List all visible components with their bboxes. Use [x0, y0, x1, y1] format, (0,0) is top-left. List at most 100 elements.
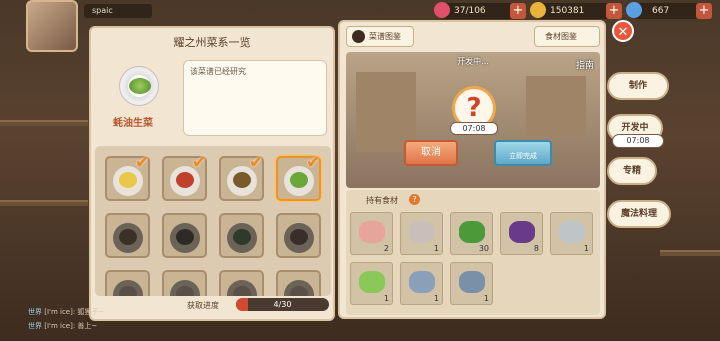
- chat-channel: 世界: [28, 308, 42, 316]
- recipe-tile[interactable]: ✔: [105, 152, 150, 201]
- development-status: 开发中...: [457, 57, 489, 66]
- ingredient-eggplant[interactable]: 8: [500, 212, 543, 255]
- recipe-codex-button[interactable]: 菜谱图鉴: [346, 26, 414, 47]
- panel-title: 耀之州菜系一览: [173, 36, 251, 49]
- oyster-icon: [559, 221, 585, 243]
- dish-icon: [176, 286, 194, 296]
- dish-icon: [233, 229, 251, 245]
- dish-icon: [119, 229, 137, 245]
- checkmark-icon: ✔: [191, 152, 207, 173]
- resource-value: 37/106: [454, 6, 486, 16]
- player-avatar[interactable]: [26, 0, 78, 52]
- kitchen-scene: 开发中... ? 07:08 取消 立即完成 指南: [346, 52, 600, 188]
- ingredient-count: 1: [433, 244, 439, 253]
- chat-line[interactable]: 世界 [I'm ice]: 善上~: [28, 321, 97, 331]
- ingredient-count: 1: [383, 294, 389, 303]
- chat-line[interactable]: 世界 [I'm ice]: 狐狸子~: [28, 307, 104, 317]
- ingredient-lettuce[interactable]: 1: [350, 262, 393, 305]
- add-gems-button[interactable]: +: [696, 3, 712, 19]
- recipe-tile[interactable]: ✔: [162, 152, 207, 201]
- dish-icon: [233, 286, 251, 296]
- recipe-tile[interactable]: [276, 213, 321, 258]
- add-stamina-button[interactable]: +: [510, 3, 526, 19]
- checkmark-icon: ✔: [305, 152, 321, 173]
- cuisine-overview-panel: 耀之州菜系一览 蚝油生菜 该菜谱已经研究 ✔ ✔ ✔ ✔ 获取进度 4/30: [89, 26, 335, 321]
- ingredient-count: 1: [583, 244, 589, 253]
- checkmark-icon: ✔: [134, 152, 150, 173]
- shrimp-icon: [409, 271, 435, 293]
- resource-gold: 150381 +: [530, 2, 622, 19]
- recipe-tile[interactable]: [105, 213, 150, 258]
- progress-label: 获取进度: [187, 301, 219, 310]
- ingredient-green-pepper[interactable]: 30: [450, 212, 493, 255]
- held-ingredients-title: 持有食材: [366, 196, 398, 205]
- fish-fillet-icon: [409, 221, 435, 243]
- dish-icon: [233, 172, 251, 188]
- make-button[interactable]: 制作: [607, 72, 669, 100]
- checkmark-icon: ✔: [248, 152, 264, 173]
- recipe-tile[interactable]: [162, 213, 207, 258]
- ingredient-count: 1: [433, 294, 439, 303]
- resource-value: 150381: [550, 6, 585, 16]
- gem-icon: [626, 2, 642, 18]
- ingredient-pork-belly[interactable]: 2: [350, 212, 393, 255]
- selected-dish-name: 蚝油生菜: [113, 118, 153, 129]
- heart-icon: [434, 2, 450, 18]
- resource-stamina: 37/106 +: [434, 2, 526, 19]
- pork-belly-icon: [359, 221, 385, 243]
- recipe-tile[interactable]: [162, 270, 207, 296]
- instant-finish-label: 立即完成: [509, 152, 537, 160]
- resource-gems: 667 +: [626, 2, 712, 19]
- ingredient-fish-fillet[interactable]: 1: [400, 212, 443, 255]
- recipe-tile[interactable]: [105, 270, 150, 296]
- help-icon[interactable]: ?: [409, 194, 420, 205]
- collection-progress-bar: 4/30: [236, 298, 329, 311]
- eggplant-icon: [509, 221, 535, 243]
- ingredient-count: 1: [483, 294, 489, 303]
- selected-dish-image: [119, 66, 159, 106]
- recipe-tile[interactable]: [276, 270, 321, 296]
- magic-cooking-button[interactable]: 魔法料理: [607, 200, 671, 228]
- dish-icon: [290, 229, 308, 245]
- recipe-tile[interactable]: ✔: [219, 152, 264, 201]
- ingredient-fish[interactable]: 1: [450, 262, 493, 305]
- ingredient-codex-label: 食材图鉴: [545, 32, 577, 41]
- expertise-button[interactable]: 专精: [607, 157, 657, 185]
- fish-icon: [459, 271, 485, 293]
- lettuce-icon: [359, 271, 385, 293]
- dish-icon: [290, 286, 308, 296]
- player-name: spaic: [84, 4, 152, 18]
- background-cabinet: [526, 76, 586, 136]
- chat-channel: 世界: [28, 322, 42, 330]
- instant-finish-button[interactable]: 立即完成: [494, 140, 552, 166]
- dish-icon: [176, 172, 194, 188]
- ingredient-codex-button[interactable]: 食材图鉴: [534, 26, 600, 47]
- search-icon: [352, 30, 365, 43]
- ingredient-oyster[interactable]: 1: [550, 212, 593, 255]
- recipe-codex-label: 菜谱图鉴: [369, 32, 401, 41]
- dish-icon: [290, 172, 308, 188]
- green-pepper-icon: [459, 221, 485, 243]
- recipe-tile[interactable]: ✔: [276, 152, 321, 201]
- chat-text: [I'm ice]: 狐狸子~: [44, 308, 105, 316]
- development-timer: 07:08: [450, 122, 498, 135]
- guide-label: 指南: [575, 61, 594, 71]
- ingredient-count: 8: [533, 244, 539, 253]
- close-icon[interactable]: ✕: [612, 20, 634, 42]
- background-shelf: [0, 120, 88, 126]
- recipe-tile[interactable]: [219, 213, 264, 258]
- ingredient-shrimp[interactable]: 1: [400, 262, 443, 305]
- development-panel: 菜谱图鉴 食材图鉴 开发中... ? 07:08 取消 立即完成 指南 持有食材…: [338, 20, 606, 319]
- dish-icon: [176, 229, 194, 245]
- dish-icon: [119, 286, 137, 296]
- add-gold-button[interactable]: +: [606, 3, 622, 19]
- cancel-button[interactable]: 取消: [404, 140, 458, 166]
- recipe-tile[interactable]: [219, 270, 264, 296]
- side-timer: 07:08: [612, 134, 664, 148]
- progress-text: 4/30: [273, 300, 292, 309]
- guide-button[interactable]: 指南: [572, 58, 598, 80]
- recipe-grid: ✔ ✔ ✔ ✔: [95, 146, 331, 296]
- ingredient-count: 2: [383, 244, 389, 253]
- gold-coin-icon: [530, 2, 546, 18]
- chat-text: [I'm ice]: 善上~: [44, 322, 98, 330]
